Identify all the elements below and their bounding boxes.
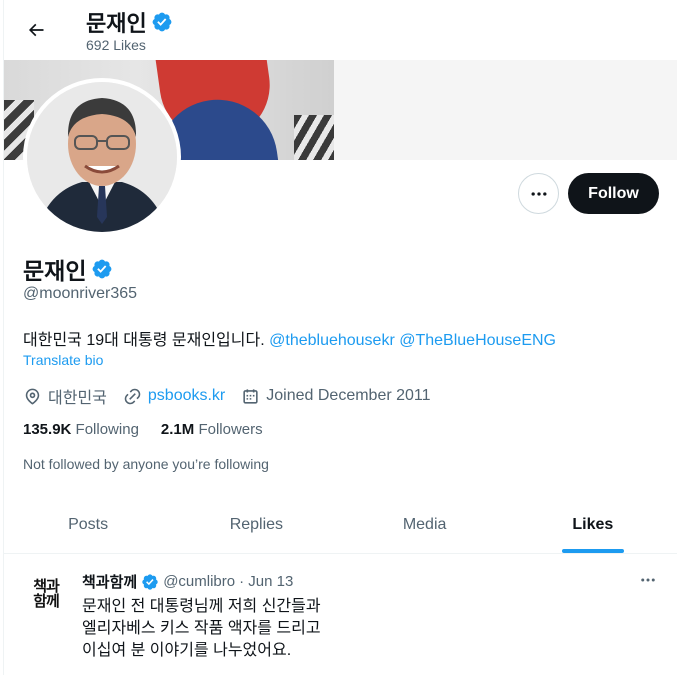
tweet-author-name[interactable]: 책과함께 <box>82 571 137 592</box>
tab-posts[interactable]: Posts <box>4 496 172 553</box>
tweet-item[interactable]: 책과 함께 책과함께 @cumlibro · Jun 13 문재인 전 대통령님… <box>4 556 677 675</box>
profile-display-name: 문재인 <box>23 252 113 286</box>
join-date: Joined December 2011 <box>241 387 431 406</box>
arrow-left-icon <box>28 23 44 37</box>
likes-count: 692 Likes <box>86 37 146 53</box>
tweet-author-handle[interactable]: @cumlibro <box>163 573 235 590</box>
location-pin-icon <box>25 388 40 405</box>
profile-avatar[interactable] <box>23 78 181 236</box>
profile-tabs: Posts Replies Media Likes <box>4 496 677 554</box>
bio-mention-link[interactable]: @TheBlueHouseENG <box>399 332 556 349</box>
portrait-image <box>27 82 177 232</box>
tweet-author-avatar[interactable]: 책과 함께 <box>22 570 70 618</box>
verified-badge-icon <box>152 12 172 32</box>
calendar-icon <box>243 388 258 404</box>
follow-button[interactable]: Follow <box>568 173 659 214</box>
tab-replies[interactable]: Replies <box>172 496 340 553</box>
verified-badge-icon <box>142 573 158 590</box>
tweet-date[interactable]: · Jun 13 <box>239 573 293 590</box>
link-icon <box>124 388 141 404</box>
website-link[interactable]: psbooks.kr <box>148 387 225 405</box>
follow-stats: 135.9K Following 2.1M Followers <box>23 421 285 438</box>
back-button[interactable] <box>18 12 54 48</box>
header-name: 문재인 <box>86 6 173 38</box>
followers-stat[interactable]: 2.1M Followers <box>161 421 263 438</box>
translate-bio-link[interactable]: Translate bio <box>23 352 103 368</box>
tweet-header: 책과함께 @cumlibro · Jun 13 <box>82 571 293 592</box>
profile-meta: 대한민국 psbooks.kr Joined December 2011 <box>23 384 447 408</box>
profile-handle: @moonriver365 <box>23 285 138 302</box>
verified-badge-icon[interactable] <box>91 258 113 280</box>
profile-bio: 대한민국 19대 대통령 문재인입니다. @thebluehousekr @Th… <box>23 332 556 349</box>
more-horizontal-icon <box>641 578 655 582</box>
location: 대한민국 <box>23 384 107 408</box>
not-followed-note: Not followed by anyone you’re following <box>23 456 269 472</box>
tweet-text: 문재인 전 대통령님께 저희 신간들과 엘리자베스 키스 작품 액자를 드리고 … <box>82 598 321 659</box>
tab-media[interactable]: Media <box>341 496 509 553</box>
more-horizontal-icon <box>531 191 546 196</box>
more-options-button[interactable] <box>518 173 559 214</box>
tweet-more-button[interactable] <box>636 570 660 590</box>
top-header: 문재인 692 Likes <box>4 0 677 60</box>
website: psbooks.kr <box>123 387 225 406</box>
tab-likes[interactable]: Likes <box>509 496 677 553</box>
bio-mention-link[interactable]: @thebluehousekr <box>269 332 395 349</box>
following-stat[interactable]: 135.9K Following <box>23 421 139 438</box>
